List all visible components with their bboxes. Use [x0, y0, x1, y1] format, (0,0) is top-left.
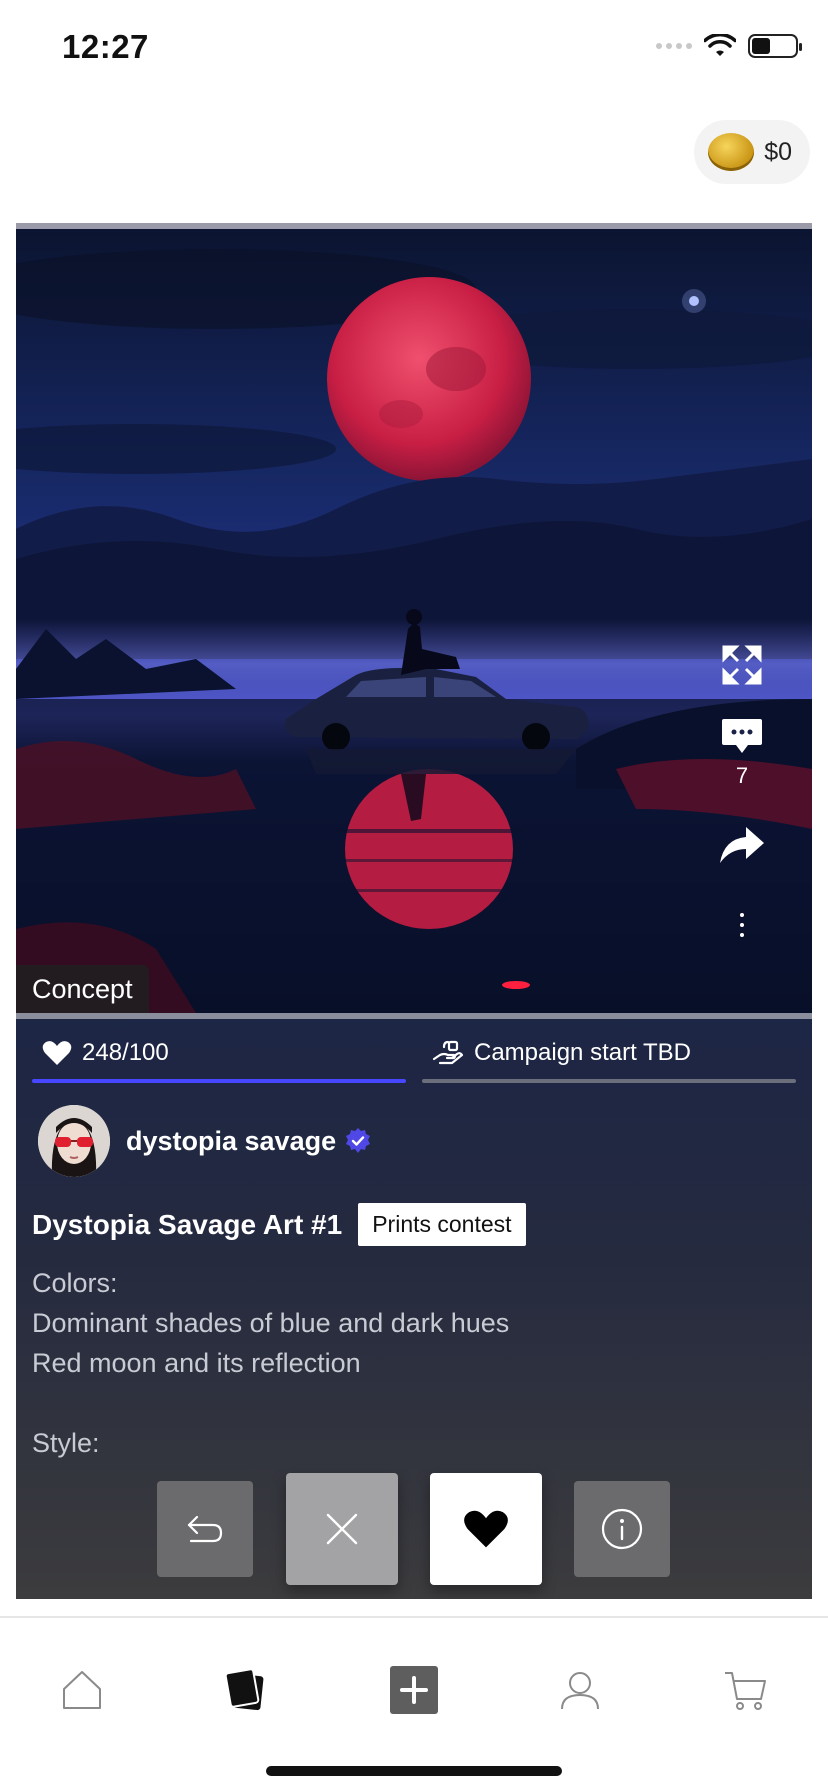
undo-button[interactable]: [157, 1481, 253, 1577]
undo-icon: [187, 1515, 223, 1543]
home-indicator: [266, 1766, 562, 1776]
progress-tabs: 248/100 Campaign start TBD: [32, 1023, 796, 1083]
wallet-balance-button[interactable]: $0: [694, 120, 810, 184]
art-description: Colors: Dominant shades of blue and dark…: [32, 1263, 772, 1463]
avatar[interactable]: [38, 1105, 110, 1177]
like-button[interactable]: [430, 1473, 542, 1585]
info-icon: [601, 1508, 643, 1550]
art-title: Dystopia Savage Art #1: [32, 1208, 343, 1240]
campaign-progress-bar: [422, 1079, 796, 1083]
campaign-label: Campaign start TBD: [474, 1039, 691, 1066]
wallet-amount: $0: [764, 137, 792, 166]
artwork-image[interactable]: [16, 229, 812, 1013]
concept-tag: Concept: [16, 965, 149, 1013]
signal-icon: [656, 43, 692, 49]
tab-campaign-progress[interactable]: Campaign start TBD: [422, 1023, 796, 1083]
home-icon: [63, 1671, 101, 1709]
status-time: 12:27: [62, 28, 149, 65]
contest-tag[interactable]: Prints contest: [358, 1203, 526, 1246]
likes-progress-bar: [32, 1079, 406, 1083]
nav-home[interactable]: [42, 1640, 122, 1740]
share-icon[interactable]: [718, 825, 766, 865]
profile-icon: [561, 1672, 599, 1710]
close-icon: [326, 1513, 358, 1545]
art-card[interactable]: Concept 7 248/100 Campaign start TBD dys…: [16, 223, 812, 1599]
author-row[interactable]: dystopia savage: [38, 1105, 372, 1177]
info-button[interactable]: [574, 1481, 670, 1577]
artwork-divider: [16, 1013, 812, 1019]
dislike-button[interactable]: [286, 1473, 398, 1585]
cart-icon: [725, 1672, 766, 1710]
description-line: Style:: [32, 1428, 100, 1458]
nav-cards[interactable]: [206, 1640, 286, 1740]
more-vertical-icon[interactable]: [740, 913, 744, 937]
nav-profile[interactable]: [540, 1640, 620, 1740]
description-line: Red moon and its reflection: [32, 1348, 361, 1378]
nav-divider: [0, 1616, 828, 1618]
wifi-icon: [704, 34, 736, 56]
status-icons: [656, 34, 802, 58]
nav-cart[interactable]: [705, 1640, 785, 1740]
add-icon: [390, 1666, 438, 1714]
author-name[interactable]: dystopia savage: [126, 1126, 336, 1157]
cards-icon: [224, 1668, 264, 1711]
tab-likes-progress[interactable]: 248/100: [32, 1023, 406, 1083]
verified-badge-icon: [346, 1128, 371, 1153]
swipe-actions: [16, 1471, 812, 1591]
expand-icon[interactable]: [720, 643, 764, 687]
donate-hand-icon: [432, 1040, 464, 1065]
comment-count: 7: [735, 763, 749, 788]
nav-add[interactable]: [374, 1640, 454, 1740]
description-line: Colors:: [32, 1268, 118, 1298]
heart-icon: [464, 1510, 508, 1548]
title-row: Dystopia Savage Art #1 Prints contest: [32, 1203, 526, 1246]
heart-icon: [42, 1041, 72, 1065]
likes-label: 248/100: [82, 1039, 169, 1066]
side-actions: 7: [712, 643, 772, 937]
bottom-nav: [0, 1640, 828, 1740]
description-line: Dominant shades of blue and dark hues: [32, 1308, 510, 1338]
coin-icon: [708, 133, 755, 171]
comment-icon[interactable]: [720, 717, 764, 757]
battery-icon: [748, 34, 802, 58]
